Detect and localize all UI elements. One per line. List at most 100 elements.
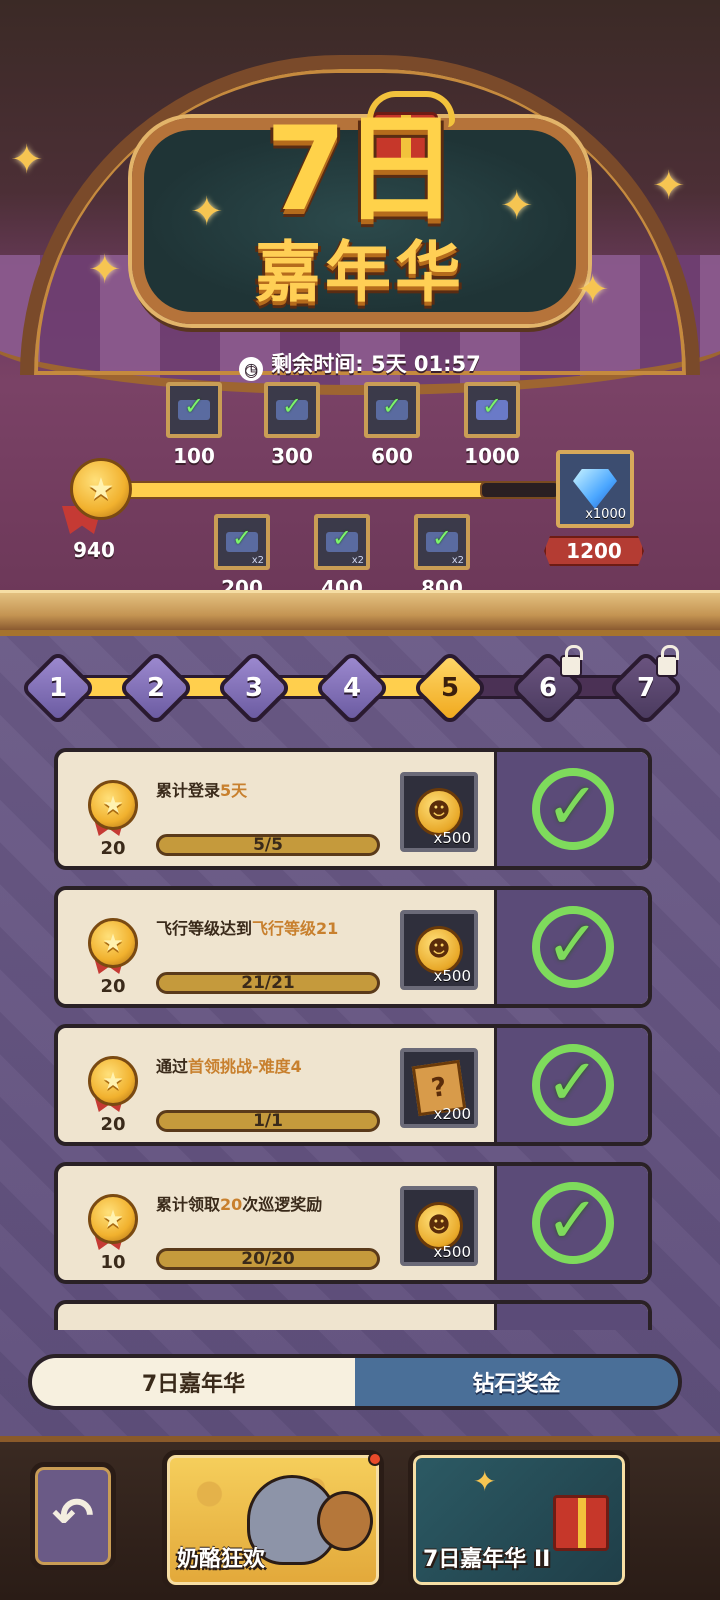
points-medal-icon: ★ <box>88 780 138 830</box>
points-medal-icon: ★ <box>88 918 138 968</box>
milestone-reward-400[interactable]: x2 <box>314 514 370 570</box>
task-description: 累计登录5天 <box>156 780 396 802</box>
checkmark-icon: ✓ <box>531 1182 614 1264</box>
milestone-label: 1000 <box>464 444 520 468</box>
header-stage: 7日 嘉年华 ✦ ✦ ✦ ✦ ✦ ✦ ◷ 剩余时间: 5天 01:57 ★ 940… <box>0 0 720 640</box>
task-text: 通过 <box>156 1057 189 1076</box>
day-tab-label: 5 <box>440 673 460 703</box>
task-card: ★ 20 累计登录5天 5/5 ☻ x500 ✓ <box>54 748 652 870</box>
task-highlight: 20 <box>220 1195 243 1214</box>
milestone-reward-600[interactable] <box>364 382 420 438</box>
milestone-reward-300[interactable] <box>264 382 320 438</box>
task-description: 通过首领挑战-难度4 <box>156 1056 396 1078</box>
back-button[interactable]: ↶ <box>30 1462 116 1570</box>
task-card: ★ 10 累计领取20次巡逻奖励 20/20 ☻ x500 ✓ <box>54 1162 652 1284</box>
reward-qty: x500 <box>433 829 471 847</box>
lock-icon <box>656 645 679 677</box>
ticket-claimed-icon <box>426 524 458 552</box>
milestone-label: 300 <box>271 444 313 468</box>
task-text: 累计领取 <box>156 1195 221 1214</box>
day-tab-label: 1 <box>48 673 68 703</box>
checkmark-icon: ✓ <box>531 906 614 988</box>
time-remaining: ◷ 剩余时间: 5天 01:57 <box>0 348 720 381</box>
task-card-partial <box>54 1300 652 1330</box>
task-reward[interactable]: ? x200 <box>400 1048 478 1128</box>
tab-diamond-bonus[interactable]: 钻石奖金 <box>355 1358 678 1406</box>
diamond-icon <box>573 469 617 509</box>
task-highlight: 5天 <box>220 781 248 800</box>
star-icon: ✦ <box>10 137 44 183</box>
tab-bar: 7日嘉年华 钻石奖金 <box>28 1354 682 1410</box>
lock-icon <box>560 645 583 677</box>
milestone-reward-100[interactable] <box>166 382 222 438</box>
timer-label: 剩余时间: <box>271 352 364 376</box>
event-cheese-carnival-button[interactable]: 奶酪狂欢 <box>162 1450 384 1590</box>
checkmark-icon: ✓ <box>531 1044 614 1126</box>
current-points: 940 <box>73 538 115 562</box>
task-description: 累计领取20次巡逻奖励 <box>156 1194 396 1216</box>
task-card: ★ 20 通过首领挑战-难度4 1/1 ? x200 ✓ <box>54 1024 652 1146</box>
checkmark-icon: ✓ <box>531 768 614 850</box>
milestone-track-remaining <box>480 481 560 499</box>
task-highlight: 首领挑战-难度4 <box>188 1057 302 1076</box>
points-medal-icon: ★ <box>88 1056 138 1106</box>
tab-carnival[interactable]: 7日嘉年华 <box>32 1358 355 1406</box>
milestone-label: 1200 <box>544 536 644 566</box>
ticket-claimed-icon <box>226 524 258 552</box>
stage-floor <box>0 590 720 630</box>
ticket-claimed-icon <box>178 392 210 420</box>
clock-icon: ◷ <box>239 357 264 381</box>
star-icon: ✦ <box>500 183 534 229</box>
reward-qty: x2 <box>251 555 264 566</box>
notification-badge <box>368 1452 382 1466</box>
star-icon: ✦ <box>576 267 610 313</box>
ticket-claimed-icon <box>276 392 308 420</box>
page-title: 7日 <box>265 102 459 237</box>
task-points: 20 <box>100 838 126 859</box>
task-completed: ✓ <box>494 890 648 1004</box>
task-text: 累计登录 <box>156 781 221 800</box>
task-text: 次巡逻奖励 <box>242 1195 323 1214</box>
day-tab-label: 2 <box>146 673 166 703</box>
task-reward[interactable]: ☻ x500 <box>400 1186 478 1266</box>
task-progress: 5/5 <box>156 834 380 856</box>
task-reward[interactable]: ☻ x500 <box>400 910 478 990</box>
task-text: 飞行等级达到 <box>156 919 253 938</box>
points-medal-icon: ★ <box>70 458 132 520</box>
milestone-reward-1000[interactable] <box>464 382 520 438</box>
milestone-label: 600 <box>371 444 413 468</box>
milestone-reward-800[interactable]: x2 <box>414 514 470 570</box>
reward-qty: x200 <box>433 1105 471 1123</box>
task-completed: ✓ <box>494 1028 648 1142</box>
back-arrow-icon: ↶ <box>52 1487 94 1545</box>
day-tab-label: 3 <box>244 673 264 703</box>
star-icon: ✦ <box>88 247 122 293</box>
ticket-icon <box>476 392 508 420</box>
task-completed: ✓ <box>494 1166 648 1280</box>
day-tab-label: 4 <box>342 673 362 703</box>
task-highlight: 飞行等级21 <box>252 919 339 938</box>
task-points: 10 <box>100 1252 126 1273</box>
task-card: ★ 20 飞行等级达到飞行等级21 21/21 ☻ x500 ✓ <box>54 886 652 1008</box>
reward-qty: x500 <box>433 1243 471 1261</box>
milestone-label: 100 <box>173 444 215 468</box>
reward-qty: x2 <box>451 555 464 566</box>
reward-qty: x1000 <box>585 507 626 522</box>
milestone-reward-200[interactable]: x2 <box>214 514 270 570</box>
reward-qty: x2 <box>351 555 364 566</box>
event-carnival-2-button[interactable]: ✦ 7日嘉年华 II <box>408 1450 630 1590</box>
task-completed: ✓ <box>494 752 648 866</box>
ticket-claimed-icon <box>326 524 358 552</box>
star-icon: ✦ <box>473 1465 497 1498</box>
task-points: 20 <box>100 976 126 997</box>
star-icon: ✦ <box>190 189 224 235</box>
task-progress: 21/21 <box>156 972 380 994</box>
star-icon: ✦ <box>652 163 686 209</box>
task-description: 飞行等级达到飞行等级21 <box>156 918 396 940</box>
task-reward[interactable]: ☻ x500 <box>400 772 478 852</box>
ticket-claimed-icon <box>376 392 408 420</box>
milestone-reward-1200[interactable]: x1000 <box>556 450 634 528</box>
task-completed <box>494 1304 648 1330</box>
reward-qty: x500 <box>433 967 471 985</box>
event-label: 奶酪狂欢 <box>177 1547 266 1572</box>
